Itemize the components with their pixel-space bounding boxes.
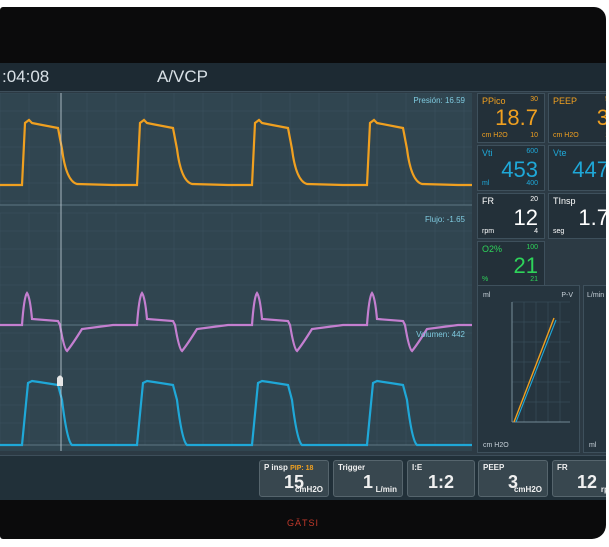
pressure-label: Presión: 16.59	[413, 96, 465, 105]
setting-fr-button[interactable]: FR 12rpm	[552, 460, 606, 497]
setting-unit: cmH2O	[294, 485, 323, 494]
setting-value: 12	[576, 472, 598, 492]
param-name: TInsp	[553, 196, 576, 206]
param-unit: cm H2O	[553, 132, 579, 139]
brand-logo: GÄTSI	[286, 518, 319, 528]
param-low-limit: 21	[530, 276, 538, 283]
ventilator-device: :04:08 A/VCP Presión: 16.59 Flujo: -1.65…	[0, 7, 606, 539]
setting-label: FR	[557, 463, 568, 472]
setting-pinsp-button[interactable]: P insp PIP: 18 15 cmH2O	[259, 460, 329, 497]
setting-label: P insp PIP: 18	[264, 463, 314, 472]
setting-label: Trigger	[338, 463, 366, 472]
param-tile-fr[interactable]: FR 20 12 rpm 4	[477, 193, 545, 239]
setting-extra: PIP: 18	[290, 465, 314, 472]
pressure-waveform	[0, 118, 472, 187]
volume-label: Volumen: 442	[416, 330, 465, 339]
param-tile-peep[interactable]: PEEP 5 3 cm H2O 1	[548, 93, 606, 143]
pv-loop-graph	[511, 301, 570, 423]
setting-label: PEEP	[483, 463, 505, 472]
param-tile-tinsp[interactable]: TInsp 1.7 seg	[548, 193, 606, 239]
param-name: Vte	[553, 148, 567, 158]
waveform-graphs	[0, 93, 472, 451]
param-value: 18.7	[495, 105, 538, 130]
ventilator-screen: :04:08 A/VCP Presión: 16.59 Flujo: -1.65…	[0, 63, 606, 500]
loop-y-unit: L/min	[587, 292, 605, 299]
setting-label: I:E	[412, 463, 423, 472]
param-value: 3	[596, 105, 606, 130]
flow-waveform	[0, 291, 472, 353]
param-unit: seg	[553, 228, 565, 235]
param-name: Vti	[482, 148, 493, 158]
waveform-panel: Presión: 16.59 Flujo: -1.65 Volumen: 442	[0, 93, 472, 451]
param-low-limit: 10	[530, 132, 538, 139]
flow-label: Flujo: -1.65	[424, 215, 465, 224]
param-value: 21	[513, 253, 538, 278]
param-value: 447	[572, 157, 606, 182]
param-high-limit: 600	[526, 148, 538, 155]
param-high-limit: 20	[530, 196, 538, 203]
cursor-marker-icon[interactable]	[56, 373, 64, 386]
pv-loop-panel[interactable]: ml P-V cm H2O	[477, 285, 580, 453]
param-tile-ppico[interactable]: PPico 30 18.7 cm H2O 10	[477, 93, 545, 143]
param-high-limit: 100	[526, 244, 538, 251]
ventilation-mode[interactable]: A/VCP	[157, 67, 208, 87]
volume-waveform	[0, 379, 472, 447]
clock: :04:08	[2, 67, 50, 86]
param-low-limit: 400	[526, 180, 538, 187]
param-name: FR	[482, 196, 494, 206]
setting-unit: L/min	[375, 485, 397, 494]
setting-ie-button[interactable]: I:E 1:2	[407, 460, 475, 497]
setting-trigger-button[interactable]: Trigger 1 L/min	[333, 460, 403, 497]
param-low-limit: 1	[605, 132, 606, 139]
param-unit: ml	[482, 180, 490, 187]
param-tile-vti[interactable]: Vti 600 453 ml 400	[477, 145, 545, 191]
setting-peep-button[interactable]: PEEP 3 cmH2O	[478, 460, 548, 497]
param-name: O2%	[482, 244, 503, 254]
param-unit: rpm	[482, 228, 495, 235]
param-value: 12	[513, 205, 538, 230]
settings-bar: P insp PIP: 18 15 cmH2O Trigger 1 L/min I:E 1…	[0, 455, 606, 500]
param-tile-o2[interactable]: O2% 100 21% 21	[477, 241, 545, 287]
param-value: 1.7	[578, 205, 606, 230]
setting-value: 1:2	[427, 472, 454, 492]
param-low-limit: 4	[534, 228, 538, 235]
waveform-grid	[0, 93, 472, 446]
param-value: 453	[501, 157, 538, 182]
param-unit: %	[482, 276, 489, 283]
param-name: PEEP	[553, 96, 578, 106]
param-high-limit: 30	[530, 96, 538, 103]
status-bar: :04:08 A/VCP	[0, 63, 606, 92]
param-tile-vte[interactable]: Vte 447	[548, 145, 606, 191]
loop-x-unit: ml	[589, 442, 597, 449]
setting-unit: rpm	[600, 485, 606, 494]
flow-volume-loop-panel[interactable]: L/min ml	[583, 285, 606, 453]
param-high-limit: 5	[605, 96, 606, 103]
param-unit: cm H2O	[482, 132, 508, 139]
setting-unit: cmH2O	[513, 485, 542, 494]
